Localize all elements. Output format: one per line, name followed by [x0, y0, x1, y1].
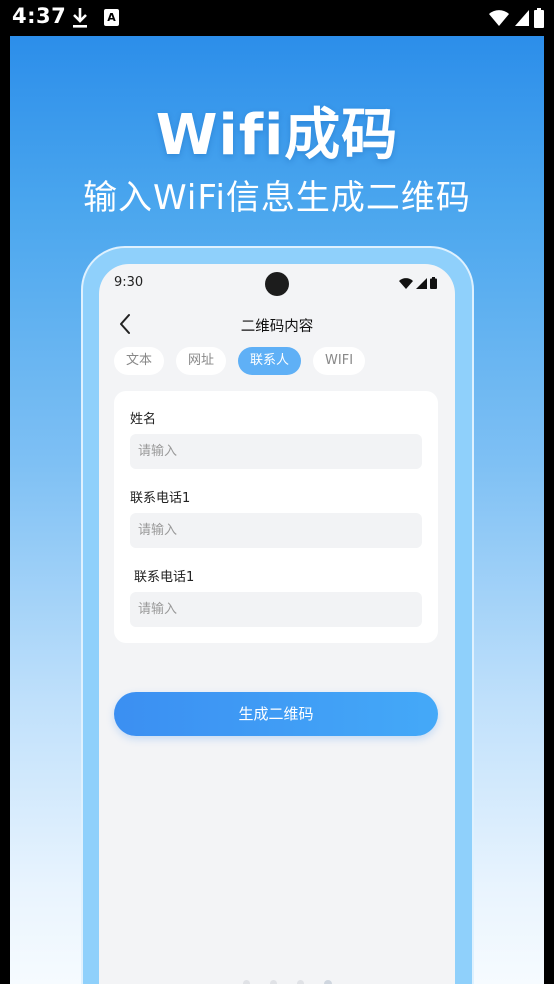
- tab-text[interactable]: 文本: [114, 347, 165, 375]
- download-icon: [73, 8, 87, 28]
- wifi-icon: [399, 277, 413, 289]
- page-indicator: [99, 980, 455, 984]
- name-label: 姓名: [130, 412, 157, 427]
- font-notification-icon: A: [104, 9, 119, 26]
- hero-title: Wifi成码: [155, 103, 399, 168]
- phone-mockup-screen: 9:30 二维码内容 文本 网址 联系人 WIFI 姓名 联系电话1 联系电话1…: [99, 264, 455, 984]
- contact-form-card: 姓名 联系电话1 联系电话1: [114, 391, 438, 643]
- battery-icon: [534, 8, 544, 28]
- tab-contact[interactable]: 联系人: [238, 347, 302, 375]
- phone1-input[interactable]: [130, 513, 422, 548]
- name-input[interactable]: [130, 434, 422, 469]
- mockup-status-icons: [399, 277, 437, 289]
- status-icons: [488, 7, 544, 29]
- page-title: 二维码内容: [240, 319, 314, 335]
- page-dot: [296, 980, 304, 984]
- battery-icon: [430, 277, 437, 289]
- phone1-label: 联系电话1: [130, 491, 191, 506]
- page-dot-active: [323, 980, 332, 984]
- status-time: 4:37: [12, 4, 67, 28]
- signal-icon: [515, 10, 529, 26]
- status-bar: 4:37 A: [0, 0, 554, 36]
- page-dot: [269, 980, 277, 984]
- content-type-tabs: 文本 网址 联系人 WIFI: [114, 347, 366, 375]
- promo-screen: Wifi成码 输入WiFi信息生成二维码 9:30 二维码内容 文本 网址 联系…: [10, 36, 544, 984]
- wifi-icon: [489, 10, 509, 26]
- camera-cutout: [265, 272, 289, 296]
- page-dot: [242, 980, 250, 984]
- phone2-label: 联系电话1: [134, 570, 195, 585]
- phone2-input[interactable]: [130, 592, 422, 627]
- mockup-status-time: 9:30: [114, 275, 144, 290]
- generate-qr-button[interactable]: 生成二维码: [114, 692, 438, 736]
- signal-icon: [416, 277, 427, 289]
- hero-subtitle: 输入WiFi信息生成二维码: [83, 178, 471, 218]
- tab-url[interactable]: 网址: [176, 347, 227, 375]
- tab-wifi[interactable]: WIFI: [313, 347, 366, 375]
